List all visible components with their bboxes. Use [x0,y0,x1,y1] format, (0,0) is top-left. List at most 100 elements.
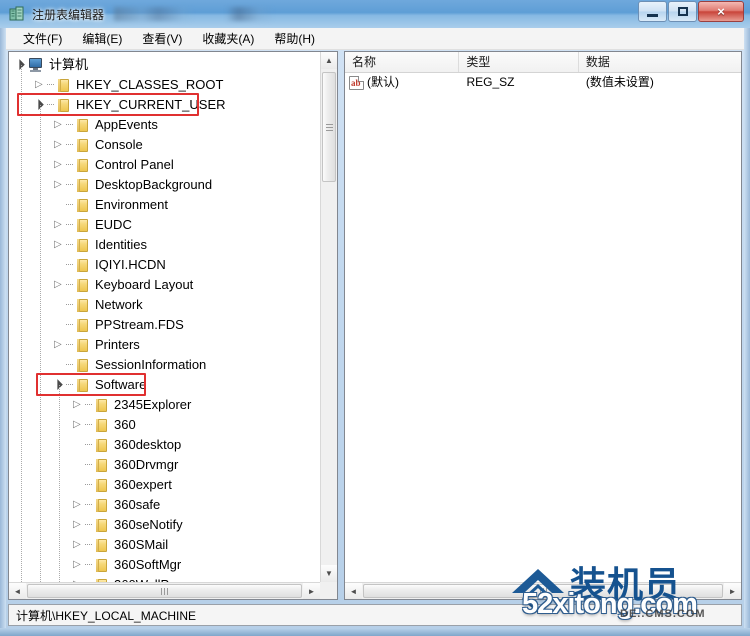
menu-file[interactable]: 文件(F) [14,29,71,49]
expand-arrow-icon[interactable] [72,575,85,582]
folder-icon [94,498,109,512]
tree-node-desktopbackground[interactable]: DesktopBackground [9,175,320,195]
tree-horizontal-scroll-thumb[interactable] [27,584,302,598]
folder-icon [75,138,90,152]
tree-node-printers[interactable]: Printers [9,335,320,355]
tree-node-360wallpaper[interactable]: 360WallPaper [9,575,320,582]
tree-node-appevents[interactable]: AppEvents [9,115,320,135]
minimize-icon [647,13,658,17]
tree-connector-line [47,95,56,115]
list-horizontal-scroll-thumb[interactable] [363,584,723,598]
tree-node-network[interactable]: Network [9,295,320,315]
tree-node-360desktop[interactable]: 360desktop [9,435,320,455]
maximize-button[interactable] [668,1,697,22]
folder-icon [94,418,109,432]
tree-scroll-right-button[interactable]: ► [303,583,320,599]
expand-arrow-icon[interactable] [53,275,66,295]
string-value-icon [349,75,364,90]
tree-node-2345explorer[interactable]: 2345Explorer [9,395,320,415]
registry-values-panel: 名称 类型 数据 (默认) REG_SZ (数值未设置) ◄ ► [344,51,742,600]
tree-node-sessioninformation[interactable]: SessionInformation [9,355,320,375]
expand-arrow-icon[interactable] [72,395,85,415]
menu-help[interactable]: 帮助(H) [265,29,324,49]
expand-arrow-icon[interactable] [53,135,66,155]
folder-icon [56,98,71,112]
title-bar[interactable]: 注册表编辑器 × [0,0,750,28]
expand-arrow-icon[interactable] [53,235,66,255]
tree-node-control-panel[interactable]: Control Panel [9,155,320,175]
tree-node-console[interactable]: Console [9,135,320,155]
expand-arrow-icon[interactable] [72,515,85,535]
tree-scroll-down-button[interactable]: ▼ [321,565,337,582]
tree-node-360softmgr[interactable]: 360SoftMgr [9,555,320,575]
tree-node-software[interactable]: Software [9,375,320,395]
list-scroll-right-button[interactable]: ► [724,583,741,599]
tree-connector-line [85,515,94,535]
expand-arrow-icon[interactable] [72,495,85,515]
expand-arrow-icon[interactable] [53,115,66,135]
tree-node-360drvmgr[interactable]: 360Drvmgr [9,455,320,475]
tree-vertical-scrollbar[interactable]: ▲ ▼ [320,52,337,582]
tree-node-label: Software [95,377,147,392]
expand-arrow-icon[interactable] [53,335,66,355]
tree-connector-line [85,435,94,455]
tree-node-eudc[interactable]: EUDC [9,215,320,235]
tree-node-360senotify[interactable]: 360seNotify [9,515,320,535]
expand-arrow-icon[interactable] [34,75,47,95]
column-header-name[interactable]: 名称 [345,52,460,72]
table-row[interactable]: (默认) REG_SZ (数值未设置) [345,73,741,92]
tree-scroll-up-button[interactable]: ▲ [321,52,337,69]
tree-node-hkey-current-user[interactable]: HKEY_CURRENT_USER [9,95,320,115]
tree-horizontal-scrollbar[interactable]: ◄ ► [9,582,320,599]
tree-node-ppstream-fds[interactable]: PPStream.FDS [9,315,320,335]
tree-node-360safe[interactable]: 360safe [9,495,320,515]
title-blurred-region [114,7,315,21]
tree-scroll-left-button[interactable]: ◄ [9,583,26,599]
list-scroll-left-button[interactable]: ◄ [345,583,362,599]
folder-icon [75,218,90,232]
tree-node-label: 360WallPaper [114,575,195,582]
tree-node-label: 计算机 [49,57,89,72]
minimize-button[interactable] [638,1,667,22]
menu-favorites[interactable]: 收藏夹(A) [193,29,263,49]
close-button[interactable]: × [698,1,744,22]
tree-connector-line [66,295,75,315]
window-frame-right [744,0,750,636]
column-header-type[interactable]: 类型 [459,52,579,72]
tree-node-360expert[interactable]: 360expert [9,475,320,495]
tree-node-label: HKEY_CLASSES_ROOT [76,77,224,92]
folder-icon [94,398,109,412]
tree-node-label: AppEvents [95,117,158,132]
menu-edit[interactable]: 编辑(E) [73,29,131,49]
tree-node-360[interactable]: 360 [9,415,320,435]
window-frame-bottom [0,628,750,636]
tree-node-hkey-classes-root[interactable]: HKEY_CLASSES_ROOT [9,75,320,95]
tree-node--[interactable]: 计算机 [9,55,320,75]
tree-connector-line [85,535,94,555]
tree-connector-line [66,255,75,275]
expand-arrow-icon[interactable] [72,535,85,555]
registry-tree-panel: 计算机 HKEY_CLASSES_ROOT HKEY_CURRENT_USER App… [8,51,338,600]
tree-node-environment[interactable]: Environment [9,195,320,215]
value-name: (默认) [367,75,399,89]
tree-connector-line [66,355,75,375]
list-horizontal-scrollbar[interactable]: ◄ ► [345,582,741,599]
tree-vertical-scroll-thumb[interactable] [322,72,336,182]
column-header-data[interactable]: 数据 [579,52,741,72]
expand-arrow-icon[interactable] [53,215,66,235]
expand-arrow-icon[interactable] [53,155,66,175]
tree-node-360smail[interactable]: 360SMail [9,535,320,555]
tree-node-label: 360safe [114,497,161,512]
tree-connector-line [66,335,75,355]
tree-connector-line [66,315,75,335]
tree-connector-line [66,155,75,175]
tree-node-iqiyi-hcdn[interactable]: IQIYI.HCDN [9,255,320,275]
expand-arrow-icon[interactable] [72,415,85,435]
tree-connector-line [85,495,94,515]
expand-arrow-icon[interactable] [53,175,66,195]
tree-node-label: Console [95,137,143,152]
expand-arrow-icon[interactable] [72,555,85,575]
tree-node-keyboard-layout[interactable]: Keyboard Layout [9,275,320,295]
tree-node-identities[interactable]: Identities [9,235,320,255]
menu-view[interactable]: 查看(V) [133,29,191,49]
